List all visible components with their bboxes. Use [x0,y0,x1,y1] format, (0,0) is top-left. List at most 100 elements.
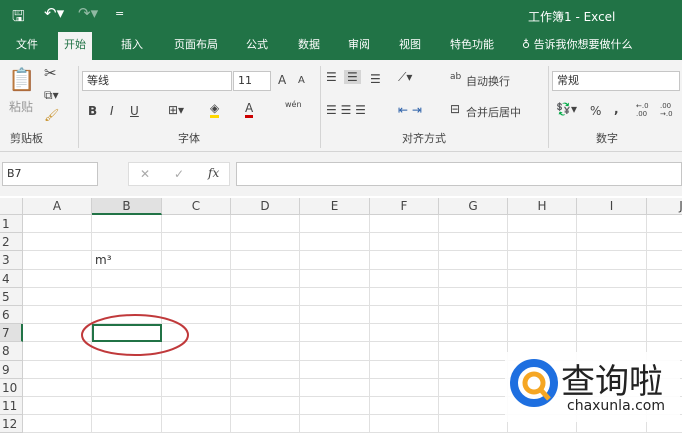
cell-F5[interactable] [370,287,439,306]
cell-C9[interactable] [162,360,231,379]
increase-decimal-button[interactable]: ←.0 .00 [636,102,654,118]
cell-B1[interactable] [92,215,162,234]
cell-I7[interactable] [577,324,647,343]
cell-D6[interactable] [231,306,300,325]
align-left-icon[interactable]: ☰ ☰ ☰ [326,103,366,117]
grow-font-button[interactable]: A [278,73,286,87]
cell-J2[interactable] [647,233,682,252]
row-header-11[interactable]: 11 [0,397,23,416]
cell-H2[interactable] [508,233,577,252]
cell-C5[interactable] [162,287,231,306]
cell-A5[interactable] [23,287,92,306]
tab-1[interactable]: 开始 [58,32,92,60]
percent-button[interactable]: % [590,104,601,118]
cell-J4[interactable] [647,270,682,288]
cell-G3[interactable] [439,251,508,270]
cell-A1[interactable] [23,215,92,234]
cell-C11[interactable] [162,397,231,416]
row-header-12[interactable]: 12 [0,415,23,434]
column-header-E[interactable]: E [300,198,370,215]
cell-D11[interactable] [231,397,300,416]
indent-icon[interactable]: ⇤ ⇥ [398,103,422,117]
cell-E12[interactable] [300,415,370,434]
cell-I6[interactable] [577,306,647,325]
tab-2[interactable]: 插入 [115,32,149,60]
cell-D10[interactable] [231,378,300,397]
cell-B9[interactable] [92,360,162,379]
customize-qat-button[interactable]: = [115,7,124,20]
column-header-H[interactable]: H [508,198,577,215]
row-header-8[interactable]: 8 [0,342,23,361]
tab-7[interactable]: 视图 [393,32,427,60]
bold-button[interactable]: B [88,104,97,118]
phonetic-button[interactable]: wén [285,100,302,109]
cell-E6[interactable] [300,306,370,325]
insert-function-button[interactable]: fx [208,166,219,180]
row-header-2[interactable]: 2 [0,233,23,252]
cell-F8[interactable] [370,342,439,361]
row-header-6[interactable]: 6 [0,306,23,325]
cell-H7[interactable] [508,324,577,343]
cell-J3[interactable] [647,251,682,270]
cell-B2[interactable] [92,233,162,252]
cell-I1[interactable] [577,215,647,234]
row-header-5[interactable]: 5 [0,287,23,306]
column-header-I[interactable]: I [577,198,647,215]
number-format-select[interactable]: 常规 [552,71,680,91]
cell-A10[interactable] [23,378,92,397]
cell-B10[interactable] [92,378,162,397]
format-painter-icon[interactable]: 🖌 [44,108,59,122]
cell-J7[interactable] [647,324,682,343]
cell-C3[interactable] [162,251,231,270]
cell-G10[interactable] [439,378,508,397]
cell-A11[interactable] [23,397,92,416]
cell-H3[interactable] [508,251,577,270]
cell-H5[interactable] [508,287,577,306]
column-header-A[interactable]: A [23,198,92,215]
tab-3[interactable]: 页面布局 [168,32,224,60]
tab-8[interactable]: 特色功能 [444,32,500,60]
column-header-F[interactable]: F [370,198,439,215]
cell-E3[interactable] [300,251,370,270]
cell-E5[interactable] [300,287,370,306]
row-header-4[interactable]: 4 [0,269,23,288]
cell-E10[interactable] [300,378,370,397]
paste-icon[interactable]: 📋 [8,68,35,93]
cell-G11[interactable] [439,397,508,416]
cell-G5[interactable] [439,287,508,306]
cell-I2[interactable] [577,233,647,252]
cell-B12[interactable] [92,415,162,434]
copy-icon[interactable]: ⧉▾ [44,88,59,103]
cell-D9[interactable] [231,360,300,379]
undo-icon[interactable]: ↶▾ [44,4,64,22]
cell-A12[interactable] [23,415,92,434]
row-header-3[interactable]: 3 [0,251,23,270]
enter-button[interactable]: ✓ [174,167,184,181]
tab-6[interactable]: 审阅 [342,32,376,60]
cell-I4[interactable] [577,269,647,288]
underline-button[interactable]: U [130,104,139,118]
cell-B4[interactable] [92,269,162,288]
cell-H4[interactable] [508,269,577,288]
cell-D3[interactable] [231,251,300,270]
column-header-B[interactable]: B [92,198,162,215]
cell-G12[interactable] [439,415,508,434]
italic-button[interactable]: I [110,104,114,118]
cell-B11[interactable] [92,397,162,416]
cell-J6[interactable] [647,306,682,325]
cell-E8[interactable] [300,342,370,361]
align-middle-icon[interactable]: ☰ [344,70,361,84]
wrap-text-button[interactable]: 自动换行 [466,73,510,89]
cell-D7[interactable] [231,324,300,343]
cell-E9[interactable] [300,360,370,379]
border-icon[interactable]: ⊞▾ [168,103,184,117]
redo-icon[interactable]: ↷▾ [78,4,98,22]
tab-5[interactable]: 数据 [292,32,326,60]
column-header-D[interactable]: D [231,198,300,215]
shrink-font-button[interactable]: A [298,75,305,86]
cancel-button[interactable]: ✕ [140,167,150,181]
column-header-J[interactable]: J [647,198,682,215]
cell-D2[interactable] [231,233,300,252]
paste-button[interactable]: 粘贴 [9,98,33,115]
cell-A9[interactable] [23,360,92,379]
